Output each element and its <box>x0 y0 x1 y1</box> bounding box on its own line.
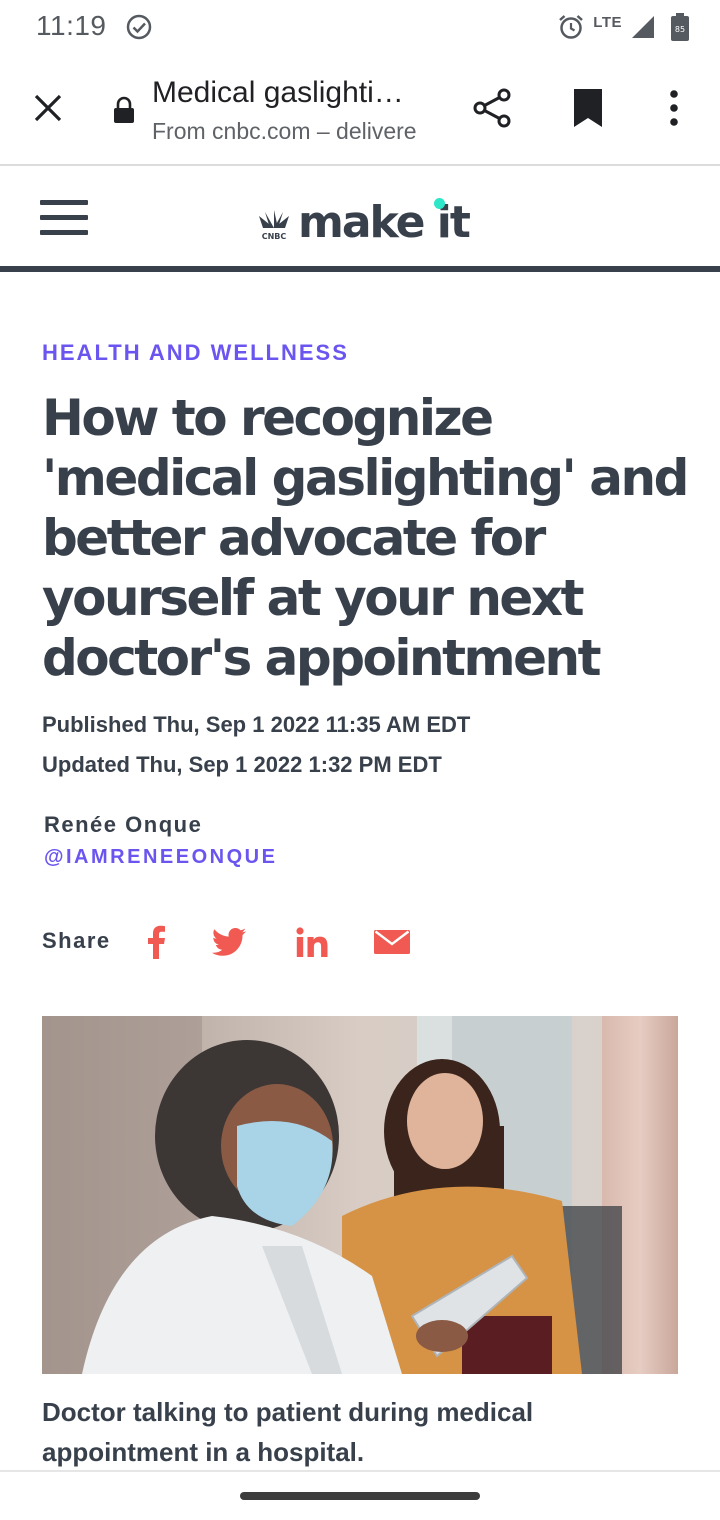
page-origin: From cnbc.com – delivere <box>152 118 417 144</box>
lock-icon <box>114 96 134 123</box>
email-icon[interactable] <box>372 920 412 964</box>
linkedin-icon[interactable] <box>294 920 330 964</box>
network-type: LTE <box>593 13 622 31</box>
author-name[interactable]: Renée Onque <box>44 812 202 838</box>
page-title: Medical gaslighti… <box>152 76 404 109</box>
browser-toolbar: Medical gaslighti… From cnbc.com – deliv… <box>0 56 720 166</box>
logo-dot <box>434 198 445 209</box>
share-label: Share <box>42 928 111 953</box>
image-caption: Doctor talking to patient during medical… <box>42 1397 534 1467</box>
signal-icon <box>632 16 654 38</box>
cnbc-badge: CNBC <box>262 232 287 240</box>
make-it-logo[interactable]: CNBC make it <box>254 188 471 248</box>
author-handle[interactable]: @IAMRENEEONQUE <box>44 846 277 869</box>
battery-level: 85 <box>675 25 685 34</box>
site-header: CNBC make it <box>0 168 720 272</box>
alarm-icon <box>559 15 584 39</box>
bookmark-icon[interactable] <box>570 86 606 130</box>
menu-icon[interactable] <box>40 200 88 236</box>
cnbc-peacock-icon: CNBC <box>259 210 289 240</box>
status-bar: 11:19 LTE 85 <box>0 0 720 56</box>
check-circle-icon <box>126 14 152 40</box>
twitter-icon[interactable] <box>210 920 248 964</box>
share-icon[interactable] <box>470 86 514 130</box>
close-icon[interactable] <box>28 88 68 128</box>
status-time: 11:19 <box>36 10 107 41</box>
article-hero-image[interactable] <box>42 1016 678 1374</box>
section-label[interactable]: HEALTH AND WELLNESS <box>42 340 349 366</box>
facebook-icon[interactable] <box>144 920 168 964</box>
share-row: Share <box>42 920 462 964</box>
updated-date: Updated Thu, Sep 1 2022 1:32 PM EDT <box>42 752 442 777</box>
more-vert-icon[interactable] <box>660 86 688 130</box>
home-handle[interactable] <box>240 1492 480 1500</box>
gesture-nav-bar <box>0 1472 720 1520</box>
status-icons: LTE 85 <box>557 12 690 42</box>
battery-icon: 85 <box>671 13 689 41</box>
article-headline: How to recognize 'medical gaslighting' a… <box>42 389 689 687</box>
published-date: Published Thu, Sep 1 2022 11:35 AM EDT <box>42 712 471 737</box>
